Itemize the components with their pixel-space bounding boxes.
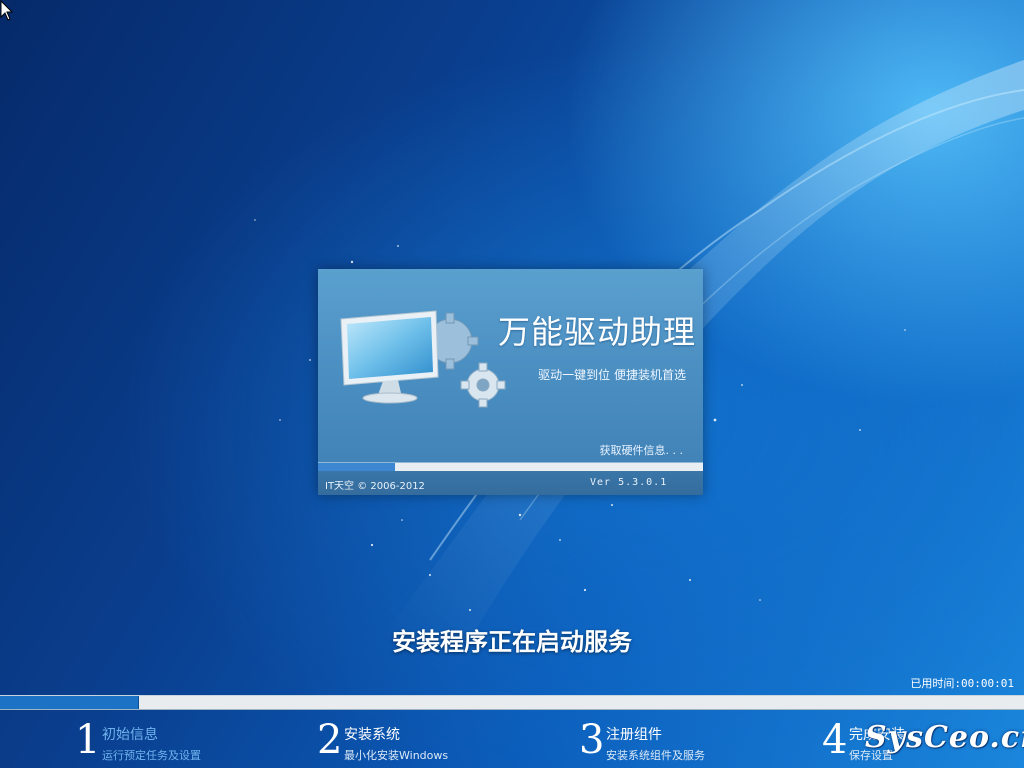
step-number: 4 <box>822 717 848 763</box>
splash-footer: IT天空 © 2006-2012 Ver 5.3.0.1 <box>318 471 703 495</box>
splash-title: 万能驱动助理 <box>497 313 696 351</box>
install-progress-fill <box>0 696 140 709</box>
main-status-text: 安装程序正在启动服务 <box>392 628 632 656</box>
step-description: 安装系统组件及服务 <box>606 749 705 762</box>
elapsed-value: 00:00:01 <box>961 677 1014 690</box>
splash-version: Ver 5.3.0.1 <box>590 477 668 488</box>
watermark-text: SysCeo.cn <box>865 720 1024 755</box>
step-title: 注册组件 <box>606 727 662 743</box>
step-description: 最小化安装Windows <box>344 749 449 762</box>
step-title: 安装系统 <box>344 727 400 743</box>
cursor-arrow-icon <box>0 0 14 21</box>
step-title: 初始信息 <box>102 727 158 743</box>
step-number: 3 <box>579 717 605 763</box>
step-description: 运行预定任务及设置 <box>102 749 201 762</box>
splash-copyright: IT天空 © 2006-2012 <box>325 481 425 492</box>
splash-status-text: 获取硬件信息. . . <box>599 444 683 457</box>
splash-subtitle: 驱动一键到位 便捷装机首选 <box>538 368 686 382</box>
splash-progress-fill <box>318 463 395 471</box>
elapsed-label: 已用时间: <box>910 677 962 690</box>
install-progress-bar <box>0 695 1024 710</box>
splash-window: 万能驱动助理 驱动一键到位 便捷装机首选 获取硬件信息. . . IT天空 © … <box>318 269 703 495</box>
step-number: 1 <box>75 717 101 763</box>
step-number: 2 <box>317 717 343 763</box>
splash-progress-bar <box>318 462 703 471</box>
elapsed-time: 已用时间:00:00:01 <box>910 675 1014 691</box>
